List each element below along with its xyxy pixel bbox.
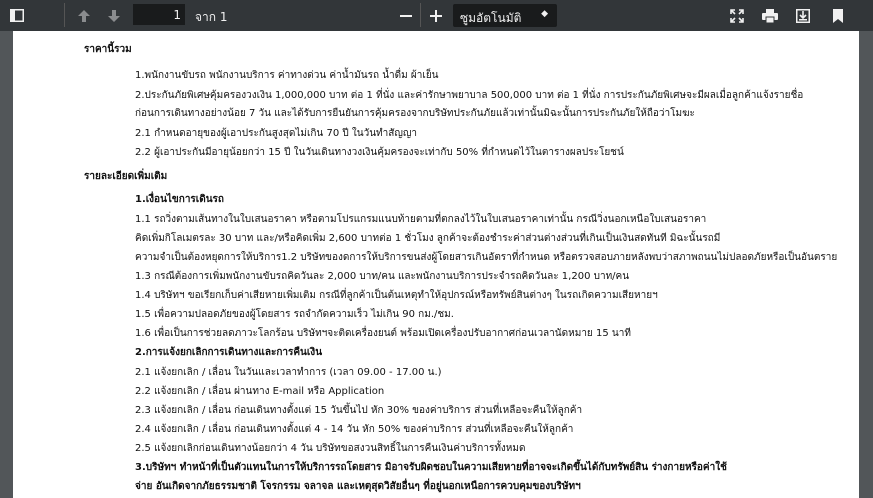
subheading-driving-conditions: 1.เงื่อนไขการเดินรถ <box>135 194 224 205</box>
download-button[interactable] <box>792 0 814 31</box>
page-total-label: จาก 1 <box>195 10 228 24</box>
pdf-toolbar: จาก 1 ซูมอัตโนมัติ ◆ <box>0 0 873 31</box>
text-line: 1.1 รถวิ่งตามเส้นทางในใบเสนอราคา หรือตาม… <box>135 214 707 225</box>
toolbar-separator <box>64 3 65 27</box>
text-line: 1.4 บริษัทฯ ขอเรียกเก็บค่าเสียหายเพิ่มเต… <box>135 290 658 301</box>
arrow-down-icon <box>107 9 121 23</box>
section-heading-additional-details: รายละเอียดเพิ่มเติม <box>84 171 168 182</box>
text-line: 2.2 แจ้งยกเลิก / เลื่อน ผ่านทาง E-mail ห… <box>135 386 385 397</box>
plus-icon <box>430 9 442 22</box>
sidebar-toggle-icon[interactable] <box>4 0 30 31</box>
zoom-in-button[interactable] <box>426 0 446 31</box>
fullscreen-icon <box>730 8 744 23</box>
text-line-bold: 3.บริษัทฯ ทำหน้าที่เป็นตัวแทนในการให้บริ… <box>135 462 727 473</box>
section-heading-price-includes: ราคานี้รวม <box>84 44 132 55</box>
chevron-down-icon: ◆ <box>541 9 548 19</box>
text-line: 1.พนักงานขับรถ พนักงานบริการ ค่าทางด่วน … <box>135 70 439 81</box>
previous-page-button[interactable] <box>72 0 96 31</box>
text-line: 2.2 ผู้เอาประกันมีอายุน้อยกว่า 15 ปี ในว… <box>135 147 624 158</box>
text-line: ก่อนการเดินทางอย่างน้อย 7 วัน และได้รับก… <box>135 108 695 119</box>
text-line-bold: จ่าย อันเกิดจากภัยธรรมชาติ โจรกรรม จลาจล… <box>135 481 581 492</box>
text-line: 2.ประกันภัยพิเศษคุ้มครองวงเงิน 1,000,000… <box>135 90 804 101</box>
text-line: 1.6 เพื่อเป็นการช่วยลดภาวะโลกร้อน บริษัท… <box>135 328 631 339</box>
text-line: 1.3 กรณีต้องการเพิ่มพนักงานขับรถคิดวันละ… <box>135 271 630 282</box>
download-icon <box>796 8 810 23</box>
text-line: 2.1 กำหนดอายุของผู้เอาประกันสูงสุดไม่เกิ… <box>135 128 418 139</box>
bookmark-icon <box>833 8 843 23</box>
page-number-input[interactable] <box>133 4 185 25</box>
text-line: 1.5 เพื่อความปลอดภัยของผู้โดยสาร รถจำกัด… <box>135 309 454 320</box>
fullscreen-button[interactable] <box>726 0 748 31</box>
text-line: 2.1 แจ้งยกเลิก / เลื่อน ในวันและเวลาทำกา… <box>135 367 442 378</box>
text-line: 2.4 แจ้งยกเลิก / เลื่อน ก่อนเดินทางตั้งแ… <box>135 424 574 435</box>
text-line: คิดเพิ่มกิโลเมตรละ 30 บาท และ/หรือคิดเพิ… <box>135 233 721 244</box>
next-page-button[interactable] <box>102 0 126 31</box>
text-line: ความจำเป็นต้องหยุดการให้บริการ1.2 บริษัท… <box>135 252 838 263</box>
arrow-up-icon <box>77 9 91 23</box>
text-line: 2.5 แจ้งยกเลิกก่อนเดินทางน้อยกว่า 4 วัน … <box>135 443 526 454</box>
subheading-cancellation-refund: 2.การแจ้งยกเลิกการเดินทางและการคืนเงิน <box>135 347 323 358</box>
zoom-out-button[interactable] <box>396 0 416 31</box>
toolbar-separator <box>420 3 421 27</box>
print-icon <box>762 8 778 23</box>
text-line: 2.3 แจ้งยกเลิก / เลื่อน ก่อนเดินทางตั้งแ… <box>135 405 583 416</box>
zoom-value: ซูมอัตโนมัติ <box>460 11 522 25</box>
pdf-page: ราคานี้รวม 1.พนักงานขับรถ พนักงานบริการ … <box>13 31 859 498</box>
bookmark-button[interactable] <box>828 0 848 31</box>
zoom-select[interactable]: ซูมอัตโนมัติ ◆ <box>453 4 557 27</box>
minus-icon <box>400 10 412 22</box>
print-button[interactable] <box>758 0 782 31</box>
